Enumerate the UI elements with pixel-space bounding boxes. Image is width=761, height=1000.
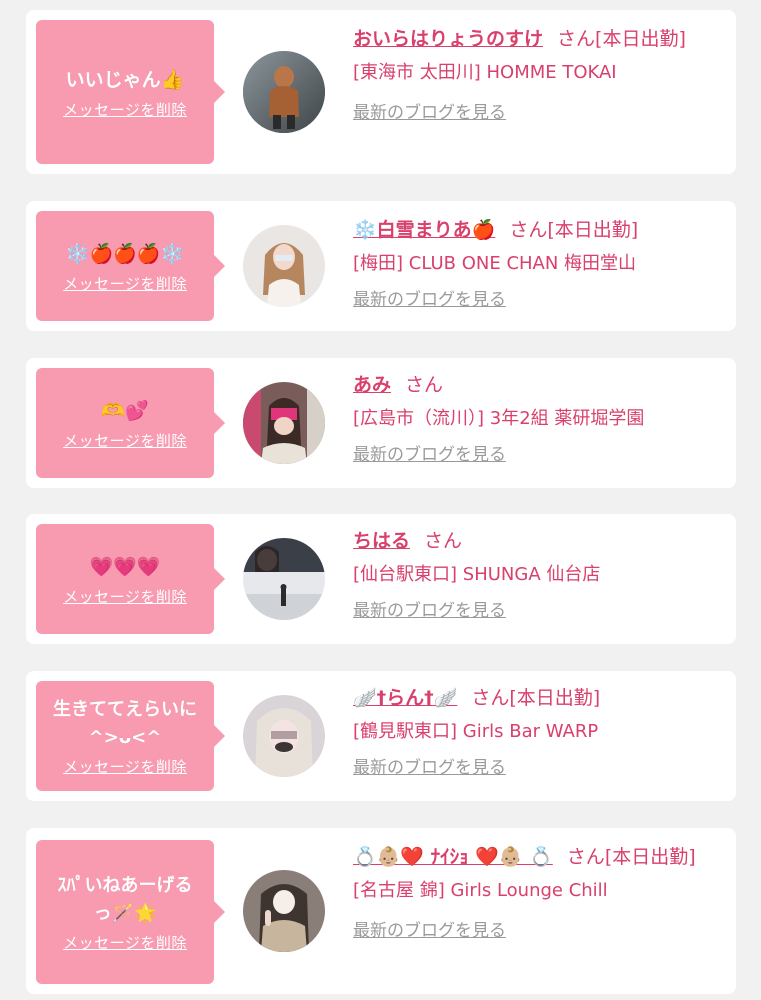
shop-name: [広島市（流川）] 3年2組 薬研堀学園 [353, 408, 645, 429]
delete-message-link[interactable]: メッセージを削除 [63, 756, 187, 777]
message-card: いいじゃん👍 メッセージを削除 おいらはりょうのすけ さん[本日出勤] [東海市 … [26, 10, 736, 174]
pose-selfie-photo-icon [243, 870, 325, 952]
cast-info: 🪽†らん†🪽 さん[本日出勤] [鶴見駅東口] Girls Bar WARP 最新… [353, 681, 713, 778]
latest-blog-link[interactable]: 最新のブログを見る [353, 285, 506, 310]
message-bubble: ｽﾊﾟいねあーげるっ🪄🌟 メッセージを削除 [36, 840, 225, 984]
honorific: さん [509, 219, 548, 241]
cast-name-link[interactable]: ❄️白雪まりあ🍎 [353, 219, 495, 241]
shop-name: [東海市 太田川] HOMME TOKAI [353, 62, 617, 83]
message-text: 🫶💕 [101, 399, 149, 422]
cast-name-link[interactable]: 💍👶🏼❤️ ﾅｲｼｮ ❤️👶🏼 💍 [353, 846, 553, 868]
message-card: 💗💗💗 メッセージを削除 ちはる さん [仙台駅東口] SHUNGA 仙台店 最新… [26, 514, 736, 644]
attendance-status: [本日出勤] [604, 846, 696, 868]
cast-heading: おいらはりょうのすけ さん[本日出勤] [353, 22, 713, 56]
message-bubble: 🫶💕 メッセージを削除 [36, 368, 225, 478]
cast-info: 💍👶🏼❤️ ﾅｲｼｮ ❤️👶🏼 💍 さん[本日出勤] [名古屋 錦] Girls … [353, 840, 713, 941]
shop-name: [鶴見駅東口] Girls Bar WARP [353, 721, 599, 742]
cast-heading: あみ さん [353, 368, 713, 402]
message-text: いいじゃん👍 [65, 68, 185, 91]
cast-info: ❄️白雪まりあ🍎 さん[本日出勤] [梅田] CLUB ONE CHAN 梅田堂山… [353, 213, 713, 310]
shop-name: [名古屋 錦] Girls Lounge Chill [353, 880, 608, 901]
message-text: ｽﾊﾟいねあーげるっ🪄🌟 [57, 874, 193, 924]
favorites-message-list: いいじゃん👍 メッセージを削除 おいらはりょうのすけ さん[本日出勤] [東海市 … [0, 0, 761, 1000]
cast-heading: ちはる さん [353, 524, 713, 558]
honorific: さん [471, 687, 510, 709]
honorific: さん [424, 530, 463, 552]
cast-info: あみ さん [広島市（流川）] 3年2組 薬研堀学園 最新のブログを見る [353, 368, 713, 465]
shop-name: [仙台駅東口] SHUNGA 仙台店 [353, 564, 601, 585]
latest-blog-link[interactable]: 最新のブログを見る [353, 916, 506, 941]
delete-message-link[interactable]: メッセージを削除 [63, 932, 187, 953]
delete-message-link[interactable]: メッセージを削除 [63, 273, 187, 294]
message-card: 🫶💕 メッセージを削除 あみ さん [広島市（流川）] 3年2組 薬研堀学園 最新… [26, 358, 736, 488]
avatar[interactable] [243, 51, 325, 133]
message-bubble: 💗💗💗 メッセージを削除 [36, 524, 225, 634]
message-bubble: 生きててえらいに^>ᴗ<^ メッセージを削除 [36, 681, 225, 791]
honorific: さん [566, 846, 605, 868]
latest-blog-link[interactable]: 最新のブログを見る [353, 440, 506, 465]
delete-message-link[interactable]: メッセージを削除 [63, 99, 187, 120]
person-in-hoodie-photo-icon [243, 51, 325, 133]
woman-portrait-photo-icon [243, 225, 325, 307]
cast-heading: 🪽†らん†🪽 さん[本日出勤] [353, 681, 713, 715]
message-text: 生きててえらいに^>ᴗ<^ [53, 698, 197, 748]
avatar[interactable] [243, 870, 325, 952]
latest-blog-link[interactable]: 最新のブログを見る [353, 596, 506, 621]
snow-scene-photo-icon [243, 538, 325, 620]
message-card: ❄️🍎🍎🍎❄️ メッセージを削除 ❄️白雪まりあ🍎 さん[本日出勤] [梅田] C… [26, 201, 736, 331]
honorific: さん [557, 28, 596, 50]
cast-name-link[interactable]: おいらはりょうのすけ [353, 28, 543, 50]
delete-message-link[interactable]: メッセージを削除 [63, 586, 187, 607]
cast-info: おいらはりょうのすけ さん[本日出勤] [東海市 太田川] HOMME TOKAI… [353, 22, 713, 123]
message-bubble: いいじゃん👍 メッセージを削除 [36, 20, 225, 164]
cast-name-link[interactable]: あみ [353, 374, 391, 396]
message-card: ｽﾊﾟいねあーげるっ🪄🌟 メッセージを削除 💍👶🏼❤️ ﾅｲｼｮ ❤️👶🏼 💍 さ… [26, 828, 736, 994]
avatar[interactable] [243, 225, 325, 307]
avatar[interactable] [243, 538, 325, 620]
shop-name: [梅田] CLUB ONE CHAN 梅田堂山 [353, 253, 637, 274]
message-text: 💗💗💗 [89, 555, 161, 578]
attendance-status: [本日出勤] [509, 687, 601, 709]
cast-name-link[interactable]: ちはる [353, 530, 410, 552]
avatar[interactable] [243, 695, 325, 777]
blonde-selfie-photo-icon [243, 695, 325, 777]
message-text: ❄️🍎🍎🍎❄️ [65, 242, 185, 265]
attendance-status: [本日出勤] [547, 219, 639, 241]
latest-blog-link[interactable]: 最新のブログを見る [353, 753, 506, 778]
delete-message-link[interactable]: メッセージを削除 [63, 430, 187, 451]
school-uniform-photo-icon [243, 382, 325, 464]
honorific: さん [405, 374, 444, 396]
attendance-status: [本日出勤] [595, 28, 686, 50]
message-card: 生きててえらいに^>ᴗ<^ メッセージを削除 🪽†らん†🪽 さん[本日出勤] [鶴… [26, 671, 736, 801]
latest-blog-link[interactable]: 最新のブログを見る [353, 98, 506, 123]
cast-heading: ❄️白雪まりあ🍎 さん[本日出勤] [353, 213, 713, 247]
message-bubble: ❄️🍎🍎🍎❄️ メッセージを削除 [36, 211, 225, 321]
cast-heading: 💍👶🏼❤️ ﾅｲｼｮ ❤️👶🏼 💍 さん[本日出勤] [353, 840, 713, 874]
cast-name-link[interactable]: 🪽†らん†🪽 [353, 687, 457, 709]
avatar[interactable] [243, 382, 325, 464]
cast-info: ちはる さん [仙台駅東口] SHUNGA 仙台店 最新のブログを見る [353, 524, 713, 621]
